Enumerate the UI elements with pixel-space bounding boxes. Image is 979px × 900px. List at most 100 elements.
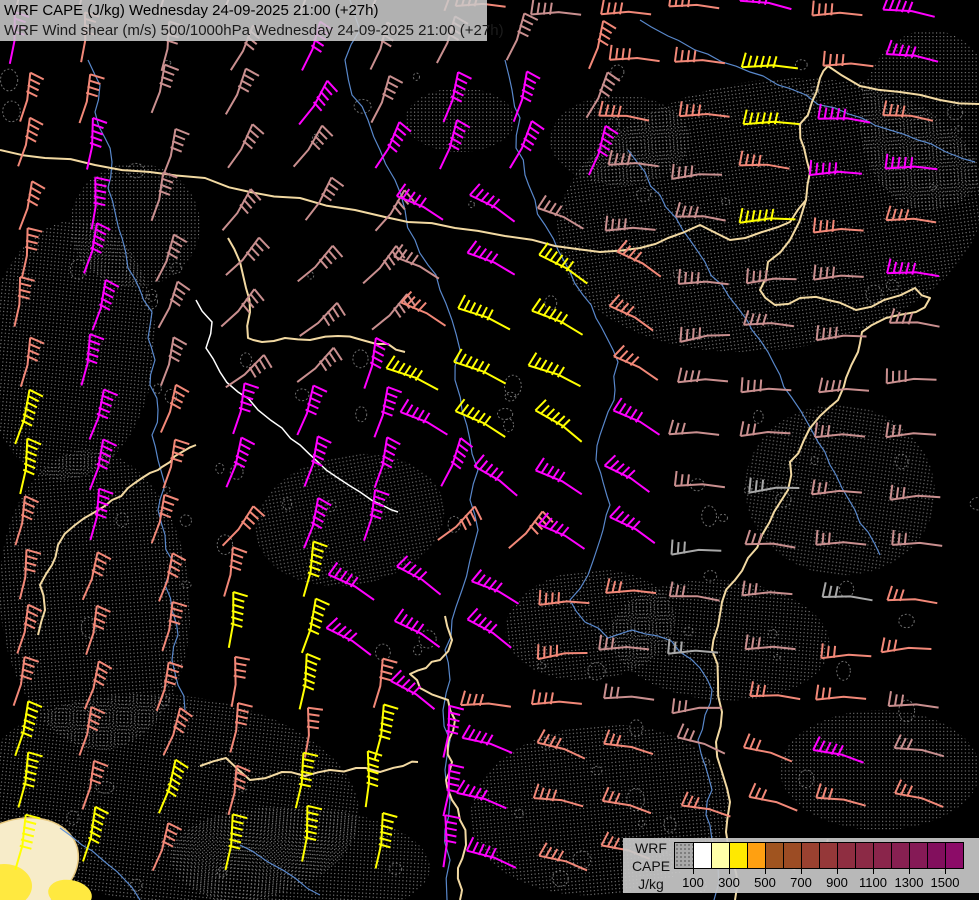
wind-barb — [536, 458, 582, 494]
wind-barb — [441, 438, 472, 486]
wind-barb — [604, 684, 654, 700]
wind-barb — [226, 69, 259, 115]
wind-barb — [610, 506, 655, 543]
wind-barb — [299, 81, 337, 125]
legend-labels: WRF CAPE J/kg — [629, 839, 673, 893]
wind-barb — [614, 398, 660, 435]
wind-barb — [163, 129, 190, 177]
contour-blob — [376, 644, 391, 660]
wind-barb — [887, 586, 937, 603]
wind-barb — [443, 815, 460, 867]
contour-blob — [413, 73, 419, 80]
wind-barb — [823, 582, 873, 600]
contour-blob — [414, 646, 422, 656]
wind-barb — [531, 0, 581, 15]
wind-barb — [80, 74, 105, 123]
legend-swatch-1 — [693, 843, 711, 868]
wind-barb — [229, 592, 248, 648]
legend-swatch-8 — [819, 843, 837, 868]
contour-blob — [702, 506, 717, 526]
legend-swatch-0 — [675, 843, 693, 868]
legend-tick — [909, 867, 910, 874]
wind-barb — [232, 657, 250, 707]
wind-barb — [395, 609, 440, 647]
wind-barb — [672, 540, 722, 555]
wind-barb — [326, 618, 371, 655]
wind-barb — [468, 241, 515, 275]
wind-barb — [454, 349, 506, 384]
contour-blob — [545, 296, 557, 310]
contour-blob — [180, 515, 191, 526]
map-canvas — [0, 0, 979, 900]
contour-blob — [356, 407, 367, 422]
wind-barb — [883, 0, 935, 17]
legend-swatch-6 — [783, 843, 801, 868]
contour-blob — [970, 497, 979, 510]
wind-barb — [366, 751, 382, 807]
wind-barb — [294, 126, 333, 167]
contour-blob — [216, 463, 224, 473]
wind-barb — [159, 282, 190, 328]
wind-barb — [529, 353, 581, 387]
wind-barb — [601, 0, 651, 14]
wind-barb — [823, 51, 873, 66]
wind-barb — [223, 189, 261, 230]
contour-blob — [353, 350, 368, 368]
wind-barb — [510, 121, 544, 168]
wind-barb — [226, 238, 270, 276]
cape-legend: WRF CAPE J/kg 10030050070090011001300150… — [623, 838, 979, 893]
wind-barb — [226, 438, 254, 488]
weather-map: WRF CAPE (J/kg) Wednesday 24-09-2025 21:… — [0, 0, 979, 900]
wind-barb — [889, 691, 939, 707]
legend-label-unit: J/kg — [629, 875, 673, 893]
legend-tick — [729, 867, 730, 874]
wind-barb — [306, 178, 344, 221]
legend-swatch-11 — [873, 843, 891, 868]
contour-blob — [837, 661, 851, 680]
legend-swatch-14 — [927, 843, 945, 868]
wind-barb — [298, 246, 343, 282]
legend-swatch-13 — [909, 843, 927, 868]
wind-barb — [374, 387, 401, 437]
wind-barb — [375, 705, 399, 760]
contour-blob — [1, 69, 18, 91]
country-border — [228, 238, 405, 352]
legend-swatch-7 — [801, 843, 819, 868]
wind-barb — [376, 190, 415, 231]
wind-barb — [300, 303, 345, 336]
wind-barb — [226, 355, 272, 387]
wind-barb — [461, 691, 511, 707]
wind-barb — [462, 725, 512, 753]
cape-stipple-region — [780, 710, 979, 830]
legend-swatch-10 — [855, 843, 873, 868]
wind-barb — [678, 368, 728, 383]
title-line-shear: WRF Wind shear (m/s) 500/1000hPa Wednesd… — [4, 21, 487, 40]
title-bar: WRF CAPE (J/kg) Wednesday 24-09-2025 21:… — [0, 0, 487, 41]
contour-blob — [498, 409, 513, 420]
legend-tick — [693, 867, 694, 874]
wind-barb — [605, 455, 650, 492]
wind-barb — [152, 65, 179, 113]
wind-barb — [221, 289, 264, 326]
wind-barb — [887, 368, 937, 383]
wind-barb — [443, 764, 464, 816]
contour-blob — [704, 571, 717, 581]
wind-barb — [535, 400, 581, 442]
title-line-cape: WRF CAPE (J/kg) Wednesday 24-09-2025 21:… — [4, 1, 487, 21]
wind-barb — [669, 0, 719, 8]
wind-barb — [474, 455, 517, 496]
contour-blob — [154, 384, 162, 394]
legend-tick — [801, 867, 802, 874]
contour-blob — [3, 101, 21, 122]
wind-barb — [401, 399, 448, 434]
legend-label-cape: CAPE — [629, 857, 673, 875]
wind-barb — [532, 690, 582, 705]
legend-label-wrf: WRF — [629, 839, 673, 857]
cape-stipple-region — [70, 163, 200, 287]
legend-swatch-4 — [747, 843, 765, 868]
legend-swatch-3 — [729, 843, 747, 868]
legend-color-bar — [674, 842, 964, 869]
legend-swatch-15 — [945, 843, 963, 868]
wind-barb — [161, 337, 187, 385]
contour-blob — [840, 581, 854, 597]
